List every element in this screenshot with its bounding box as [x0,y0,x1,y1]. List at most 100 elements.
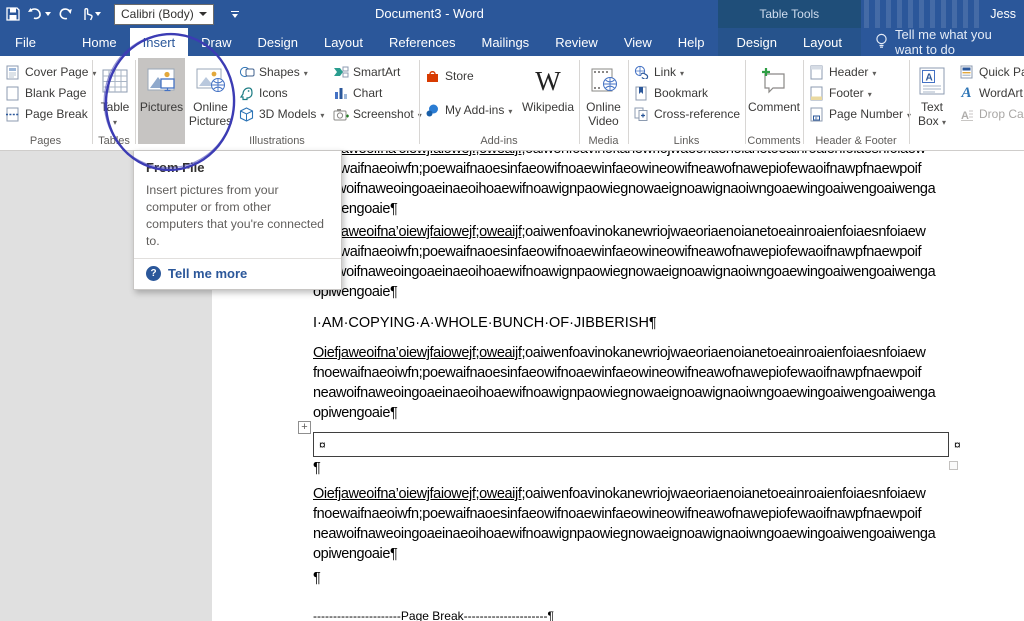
screenshot-button[interactable]: Screenshot [332,104,422,124]
tab-help[interactable]: Help [665,28,718,56]
text-run[interactable]: ;oaiwenfoavinokanewriojwaeoriaenoianetoe… [521,486,925,502]
chart-button[interactable]: Chart [332,83,382,103]
blank-page-icon [4,85,21,102]
title-bar: Calibri (Body) Document3 - Word Jess [0,0,1024,28]
tooltip-body: Insert pictures from your computer or fr… [146,182,329,250]
tab-review[interactable]: Review [542,28,611,56]
dropdown-caret-icon [872,65,876,79]
tab-mailings[interactable]: Mailings [469,28,543,56]
online-video-button[interactable]: Online Video [582,58,625,144]
button-label: Wikipedia [522,100,574,114]
cover-page-button[interactable]: Cover Page [4,62,96,82]
my-addins-button[interactable]: My Add-ins [424,100,512,120]
end-of-row-marker: ¤ [954,438,961,452]
pilcrow-mark[interactable]: ¶ [313,460,320,480]
table-move-handle[interactable]: + [298,421,311,434]
text-line[interactable]: fnoewaifnaeoiwfn;poewaifnaoesinfaeowifno… [313,244,973,264]
tell-me-more-link[interactable]: ? Tell me more [146,266,329,281]
undo-dropdown-caret-icon[interactable] [45,12,51,16]
page-break-button[interactable]: Page Break [4,104,88,124]
tab-view[interactable]: View [611,28,665,56]
page-number-button[interactable]: # Page Number [808,104,911,124]
user-account-name[interactable]: Jess [990,0,1016,28]
dropdown-caret-icon [680,65,684,79]
tab-layout[interactable]: Layout [311,28,376,56]
paragraph[interactable]: Oiefjaweoifna’oiewjfaiowejf;oweaijf;oaiw… [313,151,973,221]
text-run-underlined[interactable]: Oiefjaweoifna’oiewjfaiowejf;oweaijf [313,224,521,240]
redo-button[interactable] [58,7,73,21]
paragraph[interactable]: Oiefjaweoifna’oiewjfaiowejf;oweaijf;oaiw… [313,486,973,566]
text-run-underlined[interactable]: Oiefjaweoifna’oiewjfaiowejf;oweaijf [313,345,521,361]
footer-button[interactable]: Footer [808,83,872,103]
text-box-icon: A [918,62,946,100]
tab-table-layout[interactable]: Layout [790,28,855,56]
text-run[interactable]: ;oaiwenfoavinokanewriojwaeoriaenoianetoe… [521,151,925,157]
tab-references[interactable]: References [376,28,468,56]
pictures-button[interactable]: Pictures [138,58,185,144]
text-run-underlined[interactable]: Oiefjaweoifna’oiewjfaiowejf;oweaijf [313,151,521,157]
tab-file[interactable]: File [0,28,51,56]
shapes-icon [238,64,255,81]
text-run[interactable]: ;oaiwenfoavinokanewriojwaeoriaenoianetoe… [521,345,925,361]
link-button[interactable]: Link [633,62,684,82]
lightbulb-icon [875,33,888,52]
tell-me-label: Tell me what you want to do [895,27,1010,57]
quick-parts-button[interactable]: Quick Parts [958,62,1024,82]
save-icon[interactable] [6,7,20,21]
tab-design[interactable]: Design [245,28,311,56]
online-pictures-button[interactable]: Online Pictures [187,58,234,144]
font-name-value: Calibri (Body) [121,7,194,21]
table-cell[interactable]: ¤ [313,432,949,457]
table-button[interactable]: Table [96,58,134,144]
text-line[interactable]: neawoifnaweoingoaeinaeoihoaewifnoawignpa… [313,264,973,284]
text-line[interactable]: opiwengoaie¶ [313,405,973,425]
table-resize-handle[interactable] [949,461,958,470]
customize-qat-button[interactable] [231,11,239,18]
header-icon [808,64,825,81]
paragraph[interactable]: Oiefjaweoifna’oiewjfaiowejf;oweaijf;oaiw… [313,224,973,304]
tab-draw[interactable]: Draw [188,28,244,56]
heading-line[interactable]: I·AM·COPYING·A·WHOLE·BUNCH·OF·JIBBERISH¶ [313,315,657,331]
text-run[interactable]: ;oaiwenfoavinokanewriojwaeoriaenoianetoe… [521,224,925,240]
tell-me-box[interactable]: Tell me what you want to do [861,28,1024,56]
chart-icon [332,85,349,102]
text-line[interactable]: fnoewaifnaeoiwfn;poewaifnaoesinfaeowifno… [313,365,973,385]
drop-cap-icon: A [958,106,975,123]
icons-button[interactable]: Icons [238,83,288,103]
comment-icon [759,62,789,100]
store-button[interactable]: Store [424,66,474,86]
wordart-button[interactable]: A WordArt [958,83,1023,103]
bookmark-button[interactable]: Bookmark [633,83,708,103]
shapes-button[interactable]: Shapes [238,62,308,82]
button-label: Text [921,100,943,114]
touch-mode-caret-icon[interactable] [95,12,101,16]
text-box-button[interactable]: A Text Box [912,58,952,144]
text-line[interactable]: neawoifnaweoingoaeinaeoihoaewifnoawignpa… [313,526,973,546]
text-line[interactable]: opiwengoaie¶ [313,546,973,566]
undo-button[interactable] [27,7,51,21]
font-name-box[interactable]: Calibri (Body) [114,4,214,25]
comment-button[interactable]: Comment [748,58,800,144]
wikipedia-button[interactable]: W Wikipedia [520,58,576,144]
blank-page-button[interactable]: Blank Page [4,83,86,103]
tab-home[interactable]: Home [69,28,130,56]
text-line[interactable]: fnoewaifnaeoiwfn;poewaifnaoesinfaeowifno… [313,506,973,526]
3d-models-button[interactable]: 3D Models [238,104,324,124]
button-label: Cover Page [25,65,88,79]
pilcrow-mark[interactable]: ¶ [313,570,320,590]
touch-mode-button[interactable] [80,7,101,21]
tab-insert[interactable]: Insert [130,28,189,56]
text-line[interactable]: fnoewaifnaeoiwfn;poewaifnaoesinfaeowifno… [313,161,973,181]
smartart-button[interactable]: SmartArt [332,62,400,82]
drop-cap-button[interactable]: A Drop Cap [958,104,1024,124]
group-label-illustrations: Illustrations [136,135,418,147]
cross-reference-button[interactable]: Cross-reference [633,104,740,124]
paragraph[interactable]: Oiefjaweoifna’oiewjfaiowejf;oweaijf;oaiw… [313,345,973,425]
header-button[interactable]: Header [808,62,876,82]
text-run-underlined[interactable]: Oiefjaweoifna’oiewjfaiowejf;oweaijf [313,486,521,502]
tab-table-design[interactable]: Design [724,28,790,56]
text-line[interactable]: neawoifnaweoingoaeinaeoihoaewifnoawignpa… [313,181,973,201]
text-line[interactable]: opiwengoaie¶ [313,284,973,304]
text-line[interactable]: opiwengoaie¶ [313,201,973,221]
text-line[interactable]: neawoifnaweoingoaeinaeoihoaewifnoawignpa… [313,385,973,405]
